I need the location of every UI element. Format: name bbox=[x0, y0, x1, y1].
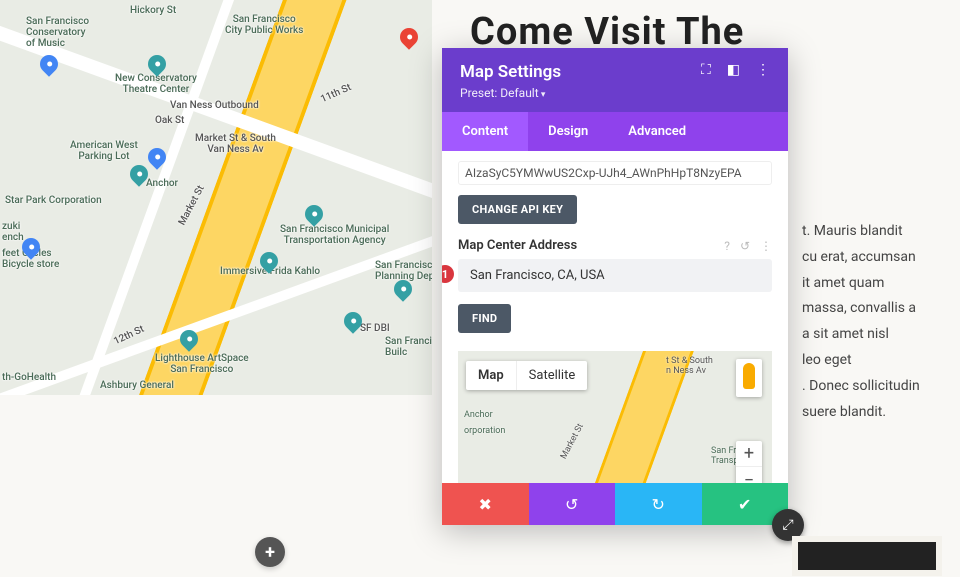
map-label: 11th St bbox=[319, 82, 353, 105]
map-poi-icon bbox=[126, 161, 151, 186]
tab-advanced[interactable]: Advanced bbox=[608, 112, 706, 151]
map-center-label: Map Center Address bbox=[458, 238, 714, 253]
image-module-preview bbox=[792, 536, 942, 576]
map-label: American West Parking Lot bbox=[70, 140, 138, 162]
map-label: San Francisco Builc bbox=[385, 336, 432, 358]
text-line: . Donec sollicitudin bbox=[802, 375, 942, 399]
cancel-button[interactable]: ✖ bbox=[442, 483, 529, 525]
add-module-button[interactable]: + bbox=[255, 537, 285, 567]
map-type-satellite[interactable]: Satellite bbox=[517, 361, 588, 390]
settings-tabs: Content Design Advanced bbox=[442, 112, 788, 151]
reset-icon[interactable]: ↺ bbox=[740, 239, 750, 253]
main-map[interactable]: Hickory St San Francisco Conservatory of… bbox=[0, 0, 432, 395]
map-poi-icon bbox=[390, 276, 415, 301]
panel-title: Map Settings bbox=[460, 62, 561, 82]
map-label: SF DBI bbox=[360, 323, 390, 334]
change-api-key-button[interactable]: CHANGE API KEY bbox=[458, 195, 577, 224]
map-label: Hickory St bbox=[130, 5, 176, 16]
map-label: zuki ench bbox=[2, 221, 24, 243]
map-label: orporation bbox=[464, 427, 505, 437]
expand-icon[interactable]: ⛶ bbox=[701, 62, 711, 78]
panel-body: AIzaSyC5YMWwUS2Cxp-UJh4_AWnPhHpT8NzyEPA … bbox=[442, 151, 788, 483]
options-icon[interactable]: ⋮ bbox=[760, 239, 772, 253]
map-poi-icon bbox=[340, 308, 365, 333]
page-body-text: t. Mauris blandit cu erat, accumsan it a… bbox=[802, 220, 942, 426]
tab-content[interactable]: Content bbox=[442, 112, 528, 151]
panel-header: Map Settings Preset: Default ⛶ ◧ ⋮ bbox=[442, 48, 788, 112]
tab-design[interactable]: Design bbox=[528, 112, 608, 151]
map-poi-icon bbox=[256, 248, 281, 273]
map-poi-icon bbox=[144, 51, 169, 76]
find-button[interactable]: FIND bbox=[458, 304, 511, 333]
text-line: cu erat, accumsan bbox=[802, 246, 942, 270]
map-center-address-input[interactable] bbox=[458, 259, 772, 292]
help-icon[interactable]: ? bbox=[724, 239, 730, 253]
step-badge: 1 bbox=[442, 265, 454, 283]
map-poi-icon bbox=[301, 201, 326, 226]
map-type-control: Map Satellite bbox=[466, 361, 587, 390]
text-line: it amet quam bbox=[802, 272, 942, 296]
map-poi-icon bbox=[18, 234, 43, 259]
map-label: t St & South n Ness Av bbox=[666, 357, 713, 377]
map-label: Star Park Corporation bbox=[5, 195, 102, 206]
docs-icon[interactable]: ◧ bbox=[727, 62, 740, 78]
panel-actions: ✖ ↺ ↻ ✔ bbox=[442, 483, 788, 525]
api-key-value: AIzaSyC5YMWwUS2Cxp-UJh4_AWnPhHpT8NzyEPA bbox=[458, 161, 772, 185]
text-line: massa, convallis a bbox=[802, 297, 942, 321]
road-highway bbox=[89, 0, 351, 395]
map-label: Market St bbox=[560, 423, 587, 462]
map-pin-icon bbox=[396, 24, 421, 49]
zoom-out-button[interactable]: − bbox=[736, 467, 762, 483]
text-line: a sit amet nisl bbox=[802, 323, 942, 347]
undo-button[interactable]: ↺ bbox=[529, 483, 616, 525]
text-line: t. Mauris blandit bbox=[802, 220, 942, 244]
map-settings-panel: Map Settings Preset: Default ⛶ ◧ ⋮ Conte… bbox=[442, 48, 788, 525]
preset-dropdown[interactable]: Preset: Default bbox=[460, 86, 561, 100]
text-line: suere blandit. bbox=[802, 401, 942, 425]
map-label: San Francisco Municipal Transportation A… bbox=[280, 224, 389, 246]
zoom-control: + − bbox=[736, 441, 762, 483]
map-preview[interactable]: t St & South n Ness Av Anchor orporation… bbox=[458, 351, 772, 483]
more-icon[interactable]: ⋮ bbox=[756, 62, 770, 78]
pegman-icon[interactable] bbox=[736, 359, 762, 397]
zoom-in-button[interactable]: + bbox=[736, 441, 762, 467]
map-label: Anchor bbox=[464, 411, 493, 421]
map-type-map[interactable]: Map bbox=[466, 361, 517, 390]
text-line: leo eget bbox=[802, 349, 942, 373]
redo-button[interactable]: ↻ bbox=[615, 483, 702, 525]
